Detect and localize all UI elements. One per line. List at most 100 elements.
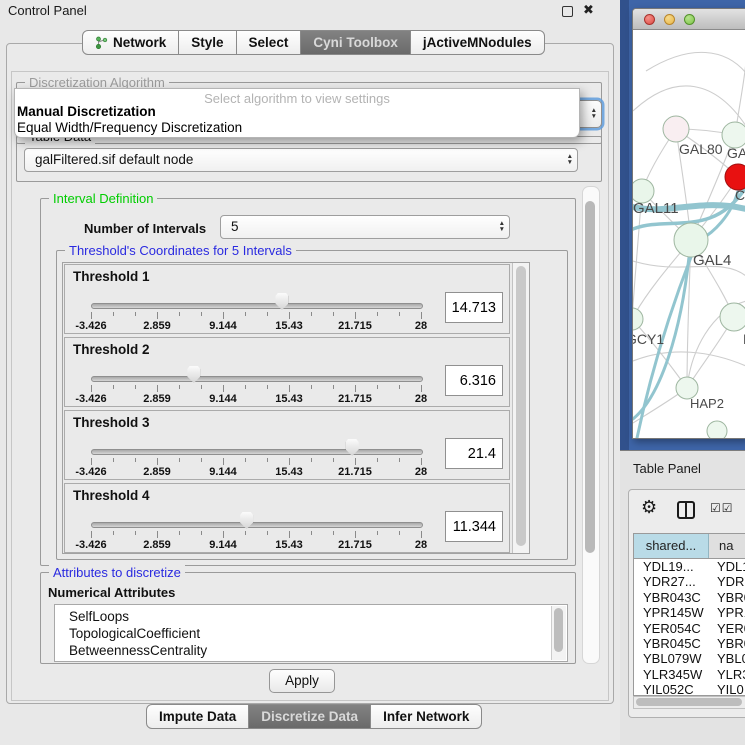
table-row[interactable]: YDR27...YDR2 [634,574,745,589]
tab-network[interactable]: Network [82,30,179,55]
tab-style[interactable]: Style [178,30,236,55]
close-panel-icon[interactable]: ✖ [583,2,594,18]
threshold-2-slider-track[interactable] [91,376,423,382]
thresholds-scrollbar[interactable] [512,263,529,553]
cell-shared-name: YBR043C [634,590,708,605]
network-view-window: GAL80GACGAL11GAL4GCY1HHAP2 [632,8,745,439]
settings-scrollbar[interactable] [582,186,600,664]
tab-impute-data[interactable]: Impute Data [146,704,249,729]
attribute-list-item[interactable]: SelfLoops [55,608,567,625]
threshold-4-slider-track[interactable] [91,522,423,528]
number-of-intervals-combo[interactable]: 5 ▲ ▼ [220,215,510,239]
network-node[interactable] [720,303,745,331]
cell-name: YDR2 [708,574,745,589]
network-node-label: HAP2 [690,396,724,411]
network-node[interactable] [707,421,727,438]
column-header-shared-name[interactable]: shared... [634,534,709,558]
threshold-3-panel: Threshold 3 -3.4262.8599.14415.4321.7152… [64,410,510,480]
popup-option-manual-discretization[interactable]: Manual Discretization [17,104,156,119]
tab-network-label: Network [113,35,166,50]
cell-shared-name: YPR145W [634,605,708,620]
gear-icon[interactable]: ⚙ [641,497,657,518]
slider-tick-label: 15.43 [275,539,303,551]
cell-shared-name: YBL079W [634,651,708,666]
table-row[interactable]: YBR045CYBR0 [634,636,745,651]
slider-tick-labels: -3.4262.8599.14415.4321.71528 [91,393,421,406]
tab-jactivemnodules[interactable]: jActiveMNodules [410,30,545,55]
cell-shared-name: YDL19... [634,559,708,574]
attributes-group-title: Attributes to discretize [49,565,185,580]
settings-scrollbar-thumb[interactable] [585,201,595,553]
attributes-scrollbar-thumb[interactable] [554,608,563,652]
network-canvas[interactable]: GAL80GACGAL11GAL4GCY1HHAP2 [633,29,745,438]
slider-tick-label: 21.715 [338,393,372,405]
attribute-list-item[interactable]: BetweennessCentrality [55,642,567,659]
numerical-attributes-list: SelfLoopsTopologicalCoefficientBetweenne… [54,604,568,662]
columns-icon[interactable] [677,501,695,519]
threshold-3-slider-track[interactable] [91,449,423,455]
control-panel-tabs: Network Style Select Cyni Toolbox jActiv… [82,30,545,55]
table-row[interactable]: YBL079WYBL0 [634,651,745,666]
stepper-down-icon: ▼ [567,160,573,166]
threshold-2-value-field[interactable]: 6.316 [445,365,503,396]
network-node-label: GA [727,145,745,161]
slider-tick-label: -3.426 [75,466,106,478]
network-node-label: C [735,187,745,203]
attributes-scrollbar[interactable] [551,606,566,660]
control-panel-title: Control Panel [8,3,87,18]
float-window-icon[interactable] [562,6,573,17]
combo-stepper-icon: ▲ ▼ [499,216,505,238]
mac-minimize-button[interactable] [664,14,675,25]
slider-ticks [91,385,421,393]
slider-tick-label: 9.144 [209,320,237,332]
cell-name: YIL0 [708,682,745,696]
slider-tick-label: 15.43 [275,320,303,332]
tab-cyni-toolbox-label: Cyni Toolbox [313,35,398,50]
thresholds-scrollbar-thumb[interactable] [516,266,526,546]
tab-jactivemnodules-label: jActiveMNodules [423,35,532,50]
apply-button[interactable]: Apply [269,669,335,693]
mac-zoom-button[interactable] [684,14,695,25]
table-horizontal-scrollbar-thumb[interactable] [636,698,742,706]
table-horizontal-scrollbar[interactable] [633,696,745,709]
network-node-label: GAL4 [693,252,731,269]
slider-tick-label: 21.715 [338,466,372,478]
tab-infer-network[interactable]: Infer Network [370,704,482,729]
slider-tick-label: 21.715 [338,320,372,332]
combo-stepper-icon: ▲ ▼ [567,149,573,171]
tab-cyni-toolbox[interactable]: Cyni Toolbox [300,30,411,55]
network-node[interactable] [663,116,689,142]
mac-close-button[interactable] [644,14,655,25]
network-tab-icon [95,36,108,49]
threshold-3-value-field[interactable]: 21.4 [445,438,503,469]
slider-tick-label: 9.144 [209,466,237,478]
table-row[interactable]: YLR345WYLR3 [634,667,745,682]
algorithm-dropdown-popup: Select algorithm to view settings Manual… [14,88,580,138]
table-data-combo[interactable]: galFiltered.sif default node ▲ ▼ [24,148,578,172]
threshold-1-value-field[interactable]: 14.713 [445,292,503,323]
column-header-name[interactable]: na [709,534,745,558]
bottom-tabs: Impute Data Discretize Data Infer Networ… [146,704,482,729]
tab-discretize-data[interactable]: Discretize Data [248,704,371,729]
threshold-4-value-field[interactable]: 11.344 [445,511,503,542]
attribute-list-item[interactable]: TopologicalCoefficient [55,625,567,642]
slider-tick-label: 21.715 [338,539,372,551]
table-row[interactable]: YBR043CYBR0 [634,590,745,605]
table-row[interactable]: YIL052CYIL0 [634,682,745,696]
tab-select[interactable]: Select [236,30,302,55]
popup-option-equal-width[interactable]: Equal Width/Frequency Discretization [17,120,242,135]
slider-tick-label: 9.144 [209,393,237,405]
table-row[interactable]: YER054CYER0 [634,621,745,636]
cell-name: YLR3 [708,667,745,682]
select-columns-checkboxes-icon[interactable]: ☑☑ [710,501,734,515]
network-node-label: GAL80 [679,141,723,157]
network-window-titlebar[interactable] [633,9,745,30]
table-row[interactable]: YPR145WYPR1 [634,605,745,620]
network-node[interactable] [633,308,643,330]
tab-select-label: Select [249,35,289,50]
threshold-1-slider-track[interactable] [91,303,423,309]
table-panel-box: ⚙ ☑☑ shared... na YDL19...YDL1YDR27...YD… [628,489,745,718]
table-row[interactable]: YDL19...YDL1 [634,559,745,574]
network-node-label: GAL11 [633,200,679,217]
slider-tick-label: 2.859 [143,466,171,478]
